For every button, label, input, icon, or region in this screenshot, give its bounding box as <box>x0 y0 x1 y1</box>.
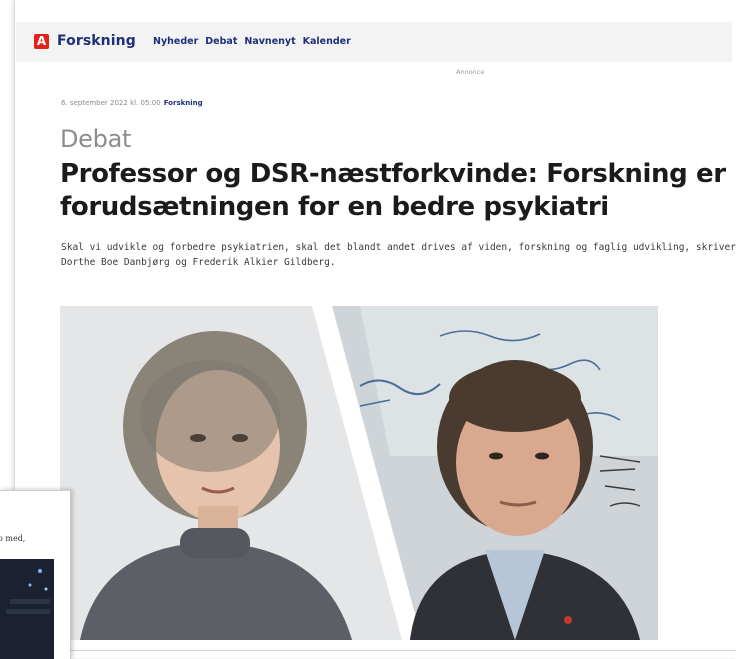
article-meta: 6. september 2022 kl. 05:00 Forskning <box>61 99 203 107</box>
site-name-link[interactable]: Forskning <box>57 33 136 49</box>
article-category-link[interactable]: Forskning <box>164 99 203 107</box>
top-navigation: A Forskning Nyheder Debat Navnenyt Kalen… <box>16 22 732 62</box>
background-thumbnail-image <box>0 559 54 659</box>
article-kicker: Debat <box>60 125 132 153</box>
nav-item-nyheder[interactable]: Nyheder <box>153 36 198 47</box>
hero-portraits-photo <box>60 306 658 640</box>
nav-menu: Nyheder Debat Navnenyt Kalender <box>153 36 351 47</box>
site-logo-icon[interactable]: A <box>34 34 49 49</box>
divider <box>70 650 736 651</box>
article-headline: Professor og DSR-næstforkvinde: Forsknin… <box>60 159 726 222</box>
nav-item-debat[interactable]: Debat <box>205 36 237 47</box>
background-page-fragment: o med, <box>0 490 71 659</box>
hero-image <box>60 306 658 640</box>
ad-label: Annonce <box>456 68 485 76</box>
background-text-fragment: o med, <box>0 534 26 543</box>
article-lead: Skal vi udvikle og forbedre psykiatrien,… <box>61 242 736 268</box>
article-date: 6. september 2022 kl. 05:00 <box>61 99 161 107</box>
nav-item-kalender[interactable]: Kalender <box>303 36 351 47</box>
keyboard-photo-icon <box>0 559 54 659</box>
nav-item-navnenyt[interactable]: Navnenyt <box>244 36 295 47</box>
